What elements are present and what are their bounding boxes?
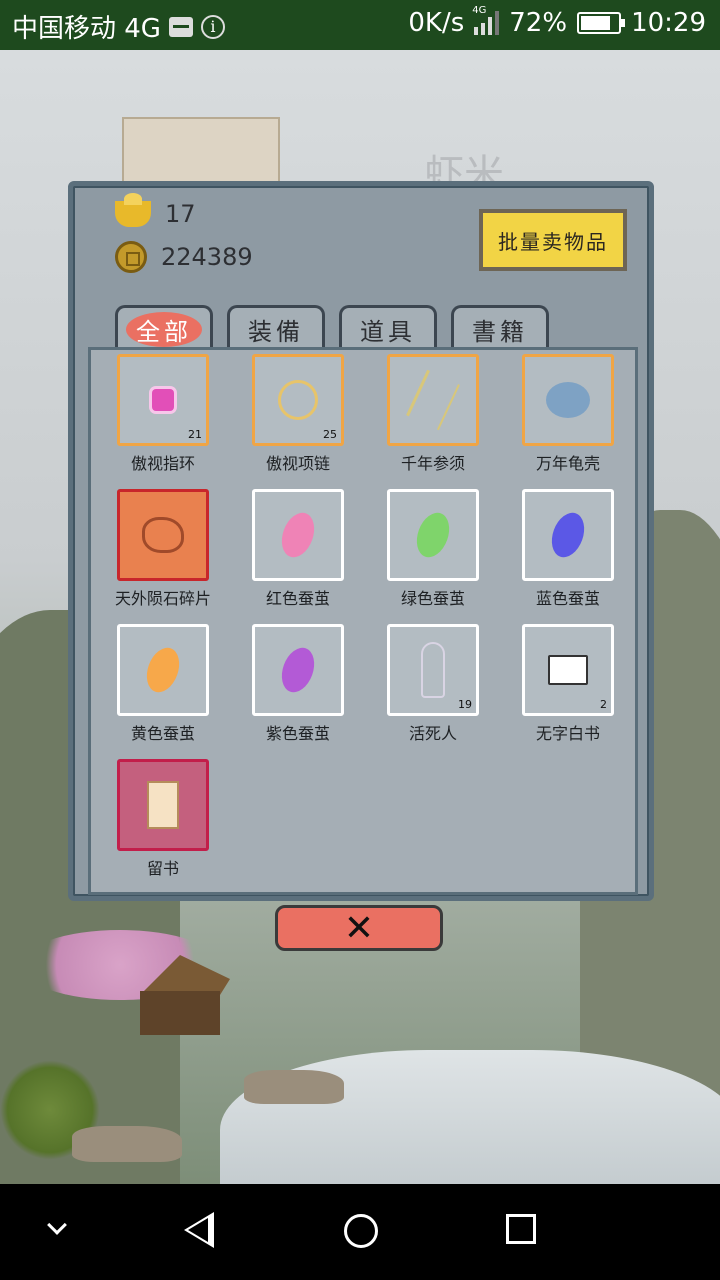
signal-icon: 4G: [472, 5, 500, 35]
item-blank-book[interactable]: 2 无字白书: [509, 624, 627, 744]
gold-ingot-value: 17: [165, 200, 196, 228]
item-red-cocoon[interactable]: 红色蚕茧: [239, 489, 357, 609]
item-yellow-cocoon[interactable]: 黄色蚕茧: [104, 624, 222, 744]
cocoon-icon: [276, 508, 320, 562]
item-label: 绿色蚕茧: [400, 589, 465, 608]
item-label: 傲视项链: [265, 454, 330, 473]
item-label: 紫色蚕茧: [265, 724, 330, 743]
cocoon-icon: [411, 508, 455, 562]
item-count: 2: [600, 698, 607, 711]
item-label: 活死人: [408, 724, 457, 743]
item-slot[interactable]: [387, 354, 479, 446]
item-slot[interactable]: [117, 759, 209, 851]
network-tag: 4G: [472, 5, 487, 16]
tab-all[interactable]: 全部: [115, 305, 213, 351]
close-icon: ✕: [343, 907, 375, 949]
batch-sell-button[interactable]: 批量卖物品: [479, 209, 627, 271]
item-label: 红色蚕茧: [265, 589, 330, 608]
gold-ingot-icon: [115, 193, 151, 227]
category-tabs: 全部 装備 道具 書籍: [115, 305, 549, 351]
tab-books[interactable]: 書籍: [451, 305, 549, 351]
info-icon: i: [200, 14, 225, 39]
tab-equipment[interactable]: 装備: [227, 305, 325, 351]
tortoise-shell-icon: [546, 382, 590, 418]
item-slot[interactable]: [387, 489, 479, 581]
cocoon-icon: [276, 643, 320, 697]
item-slot[interactable]: [117, 489, 209, 581]
rock: [244, 1070, 344, 1104]
tab-props-label: 道具: [360, 318, 416, 346]
carrier-label: 中国移动 4G: [12, 14, 161, 44]
necklace-icon: [278, 380, 318, 420]
message-icon: [168, 16, 193, 37]
item-slot[interactable]: [522, 489, 614, 581]
item-count: 25: [323, 428, 337, 441]
book-icon: [548, 655, 588, 685]
item-slot[interactable]: 2: [522, 624, 614, 716]
item-slot[interactable]: [522, 354, 614, 446]
tab-equipment-label: 装備: [248, 318, 304, 346]
gold-ingot-row: 17: [115, 193, 196, 228]
item-label: 蓝色蚕茧: [535, 589, 600, 608]
item-label: 千年参须: [400, 454, 465, 473]
item-label: 无字白书: [535, 724, 600, 743]
cocoon-icon: [141, 643, 185, 697]
item-slot[interactable]: 25: [252, 354, 344, 446]
rock: [72, 1126, 182, 1162]
item-slot[interactable]: 19: [387, 624, 479, 716]
item-label: 留书: [146, 859, 179, 878]
item-letter[interactable]: 留书: [104, 759, 222, 879]
battery-icon: [577, 12, 626, 34]
item-grid: 21 傲视指环 25 傲视项链 千年参须 万年龟壳 天外陨石碎片 红色蚕茧 绿色…: [88, 347, 638, 895]
clock: 10:29: [631, 8, 706, 38]
item-label: 万年龟壳: [535, 454, 600, 473]
back-icon[interactable]: [184, 1212, 214, 1248]
item-blue-cocoon[interactable]: 蓝色蚕茧: [509, 489, 627, 609]
ring-icon: [152, 389, 174, 411]
item-green-cocoon[interactable]: 绿色蚕茧: [374, 489, 492, 609]
cocoon-icon: [546, 508, 590, 562]
item-label: 黄色蚕茧: [130, 724, 195, 743]
network-speed: 0K/s: [408, 8, 465, 38]
item-label: 天外陨石碎片: [114, 589, 211, 608]
item-label: 傲视指环: [130, 454, 195, 473]
ginseng-icon: [406, 369, 460, 431]
item-ginseng[interactable]: 千年参须: [374, 354, 492, 474]
tab-props[interactable]: 道具: [339, 305, 437, 351]
meteorite-icon: [142, 517, 184, 553]
inventory-dialog: 17 224389 批量卖物品 全部 装備 道具 書籍 21 傲视指环 25 傲…: [68, 181, 654, 901]
recent-apps-icon[interactable]: [506, 1214, 536, 1244]
item-tortoise-shell[interactable]: 万年龟壳: [509, 354, 627, 474]
item-meteorite[interactable]: 天外陨石碎片: [104, 489, 222, 609]
item-count: 19: [458, 698, 472, 711]
tab-all-label: 全部: [126, 312, 202, 347]
item-count: 21: [188, 428, 202, 441]
status-bar: 中国移动 4G i 0K/s 4G 72% 10:29: [0, 0, 720, 50]
item-slot[interactable]: [117, 624, 209, 716]
letter-icon: [147, 781, 179, 829]
item-purple-cocoon[interactable]: 紫色蚕茧: [239, 624, 357, 744]
item-slot[interactable]: [252, 624, 344, 716]
skeleton-icon: [421, 642, 445, 698]
item-ring[interactable]: 21 傲视指环: [104, 354, 222, 474]
navigation-bar: [0, 1184, 720, 1280]
hide-keyboard-icon[interactable]: [47, 1215, 67, 1235]
home-icon[interactable]: [344, 1214, 378, 1248]
close-button[interactable]: ✕: [275, 905, 443, 951]
item-slot[interactable]: 21: [117, 354, 209, 446]
battery-percent: 72%: [509, 8, 568, 38]
tab-books-label: 書籍: [472, 318, 528, 346]
item-slot[interactable]: [252, 489, 344, 581]
hut: [130, 955, 230, 1035]
copper-coin-row: 224389: [115, 241, 253, 273]
copper-coin-icon: [115, 241, 147, 273]
item-necklace[interactable]: 25 傲视项链: [239, 354, 357, 474]
copper-coin-value: 224389: [161, 243, 253, 271]
item-living-dead[interactable]: 19 活死人: [374, 624, 492, 744]
